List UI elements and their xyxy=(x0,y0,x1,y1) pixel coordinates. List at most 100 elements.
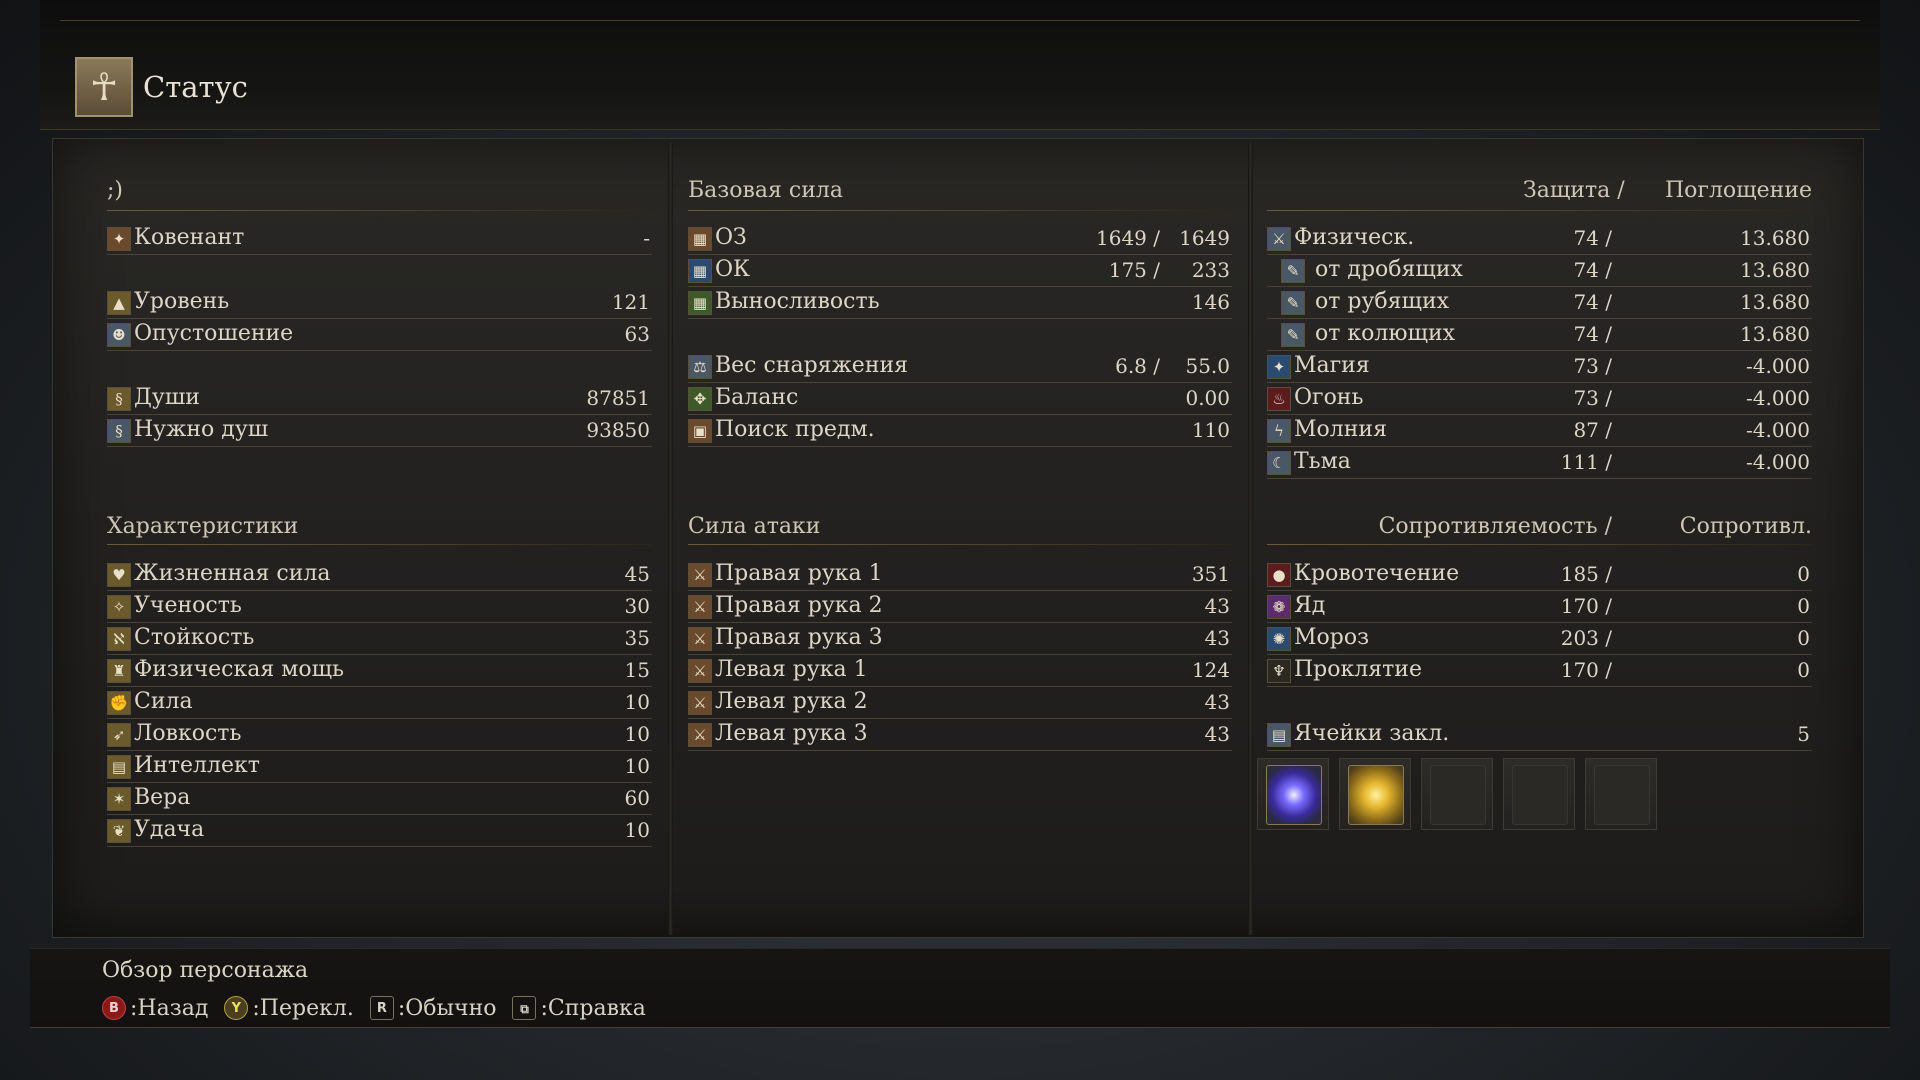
spell-slot-empty[interactable] xyxy=(1585,758,1657,830)
defense-row[interactable]: ✎ от колющих 74 / 13.680 xyxy=(1267,320,1812,351)
spell-slot-empty[interactable] xyxy=(1421,758,1493,830)
left-weapon-icon: ⚔ xyxy=(688,691,712,715)
attribute-row[interactable]: ➶ Ловкость 10 xyxy=(107,720,652,751)
attack-row[interactable]: ⚔ Левая рука 3 43 xyxy=(688,720,1232,751)
base-power-row[interactable]: ✥ Баланс 0.00 xyxy=(688,384,1232,415)
right-weapon-icon: ⚔ xyxy=(688,627,712,651)
right-stick-icon[interactable]: R xyxy=(369,996,394,1020)
spell-slot-miracle[interactable] xyxy=(1339,758,1411,830)
summary-row[interactable]: ☻ Опустошение 63 xyxy=(107,320,652,351)
defense-row[interactable]: ✎ от рубящих 74 / 13.680 xyxy=(1267,288,1812,319)
attribute-row[interactable]: ℵ Стойкость 35 xyxy=(107,624,652,655)
defense-row[interactable]: ✎ от дробящих 74 / 13.680 xyxy=(1267,256,1812,287)
defense-row[interactable]: ☾ Тьма 111 / -4.000 xyxy=(1267,448,1812,479)
defense-row[interactable]: ✦ Магия 73 / -4.000 xyxy=(1267,352,1812,383)
defense-row[interactable]: ⚔ Физическ. 74 / 13.680 xyxy=(1267,224,1812,255)
level-icon: ▲ xyxy=(107,291,131,315)
attack-row[interactable]: ⚔ Правая рука 1 351 xyxy=(688,560,1232,591)
base-power-row[interactable]: ▦ ОЗ 1649 / 1649 xyxy=(688,224,1232,255)
luck-icon: ❦ xyxy=(107,819,131,843)
section-divider xyxy=(688,544,1232,545)
section-divider xyxy=(107,210,652,211)
right-weapon-icon: ⚔ xyxy=(688,595,712,619)
back-hint[interactable]: :Назад xyxy=(130,996,208,1021)
defense-row[interactable]: ♨ Огонь 73 / -4.000 xyxy=(1267,384,1812,415)
covenant-icon: ✦ xyxy=(107,227,131,251)
base-power-row[interactable]: ▦ Выносливость 146 xyxy=(688,288,1232,319)
attack-row[interactable]: ⚔ Правая рука 3 43 xyxy=(688,624,1232,655)
spell-slot-magic[interactable] xyxy=(1257,758,1329,830)
summary-row[interactable]: § Души 87851 xyxy=(107,384,652,415)
attribute-row[interactable]: ▤ Интеллект 10 xyxy=(107,752,652,783)
attribute-row[interactable]: ✶ Вера 60 xyxy=(107,784,652,815)
intelligence-icon: ▤ xyxy=(107,755,131,779)
dark-def-icon: ☾ xyxy=(1267,451,1291,475)
resist-value-header: Сопротивл. xyxy=(1679,514,1812,539)
thrust-def-icon: ✎ xyxy=(1281,323,1305,347)
base-power-title: Базовая сила xyxy=(688,178,843,203)
dexterity-icon: ➶ xyxy=(107,723,131,747)
help-hint[interactable]: :Справка xyxy=(540,996,645,1021)
attunement-icon: ✧ xyxy=(107,595,131,619)
column-divider xyxy=(1248,143,1253,935)
character-figure-icon: ☥ xyxy=(75,57,133,117)
section-divider xyxy=(1267,544,1812,545)
base-power-row[interactable]: ⚖ Вес снаряжения 6.8 / 55.0 xyxy=(688,352,1232,383)
fp-icon: ▦ xyxy=(688,259,712,283)
hollowing-icon: ☻ xyxy=(107,323,131,347)
section-divider xyxy=(1267,210,1812,211)
y-button-icon[interactable]: Y xyxy=(224,996,249,1020)
attribute-row[interactable]: ♥ Жизненная сила 45 xyxy=(107,560,652,591)
section-divider xyxy=(107,544,652,545)
curse-icon: ♆ xyxy=(1267,659,1291,683)
vigor-icon: ♥ xyxy=(107,563,131,587)
equip-load-icon: ⚖ xyxy=(688,355,712,379)
fire-def-icon: ♨ xyxy=(1267,387,1291,411)
left-weapon-icon: ⚔ xyxy=(688,659,712,683)
physical-def-icon: ⚔ xyxy=(1267,227,1291,251)
attribute-row[interactable]: ✊ Сила 10 xyxy=(107,688,652,719)
attributes-title: Характеристики xyxy=(107,514,299,539)
resistance-row[interactable]: ❁ Яд 170 / 0 xyxy=(1267,592,1812,623)
souls-needed-icon: § xyxy=(107,419,131,443)
summary-row[interactable]: ▲ Уровень 121 xyxy=(107,288,652,319)
magic-def-icon: ✦ xyxy=(1267,355,1291,379)
attack-row[interactable]: ⚔ Правая рука 2 43 xyxy=(688,592,1232,623)
spellbook-icon: ▤ xyxy=(1267,723,1291,747)
resistance-header: Сопротивляемость / xyxy=(1378,514,1612,539)
resistance-row[interactable]: ● Кровотечение 185 / 0 xyxy=(1267,560,1812,591)
lightning-def-icon: ϟ xyxy=(1267,419,1291,443)
toggle-hint[interactable]: :Перекл. xyxy=(252,996,353,1021)
summary-row[interactable]: § Нужно душ 93850 xyxy=(107,416,652,447)
absorption-header: Поглощение xyxy=(1665,178,1812,203)
item-discovery-icon: ▣ xyxy=(688,419,712,443)
base-power-row[interactable]: ▦ ОК 175 / 233 xyxy=(688,256,1232,287)
b-button-icon[interactable]: B xyxy=(102,996,126,1020)
vitality-icon: ♜ xyxy=(107,659,131,683)
strike-def-icon: ✎ xyxy=(1281,259,1305,283)
right-weapon-icon: ⚔ xyxy=(688,563,712,587)
attribute-row[interactable]: ✧ Ученость 30 xyxy=(107,592,652,623)
attack-row[interactable]: ⚔ Левая рука 1 124 xyxy=(688,656,1232,687)
attack-row[interactable]: ⚔ Левая рука 2 43 xyxy=(688,688,1232,719)
poise-icon: ✥ xyxy=(688,387,712,411)
attribute-row[interactable]: ❦ Удача 10 xyxy=(107,816,652,847)
defense-header: Защита / xyxy=(1523,178,1625,203)
normal-hint[interactable]: :Обычно xyxy=(398,996,497,1021)
resistance-row[interactable]: ✺ Мороз 203 / 0 xyxy=(1267,624,1812,655)
base-power-row[interactable]: ▣ Поиск предм. 110 xyxy=(688,416,1232,447)
view-button-icon[interactable]: ⧉ xyxy=(512,996,537,1020)
attunement-row[interactable]: ▤ Ячейки закл. 5 xyxy=(1267,720,1812,751)
summary-row[interactable]: ✦ Ковенант - xyxy=(107,224,652,255)
souls-icon: § xyxy=(107,387,131,411)
stamina-icon: ▦ xyxy=(688,291,712,315)
strength-icon: ✊ xyxy=(107,691,131,715)
attack-title: Сила атаки xyxy=(688,514,821,539)
bleed-icon: ● xyxy=(1267,563,1291,587)
resistance-row[interactable]: ♆ Проклятие 170 / 0 xyxy=(1267,656,1812,687)
defense-row[interactable]: ϟ Молния 87 / -4.000 xyxy=(1267,416,1812,447)
page-title: Статус xyxy=(143,70,248,104)
button-hints: B :Назад Y :Перекл. R :Обычно ⧉ :Справка xyxy=(102,993,662,1023)
spell-slot-empty[interactable] xyxy=(1503,758,1575,830)
attribute-row[interactable]: ♜ Физическая мощь 15 xyxy=(107,656,652,687)
